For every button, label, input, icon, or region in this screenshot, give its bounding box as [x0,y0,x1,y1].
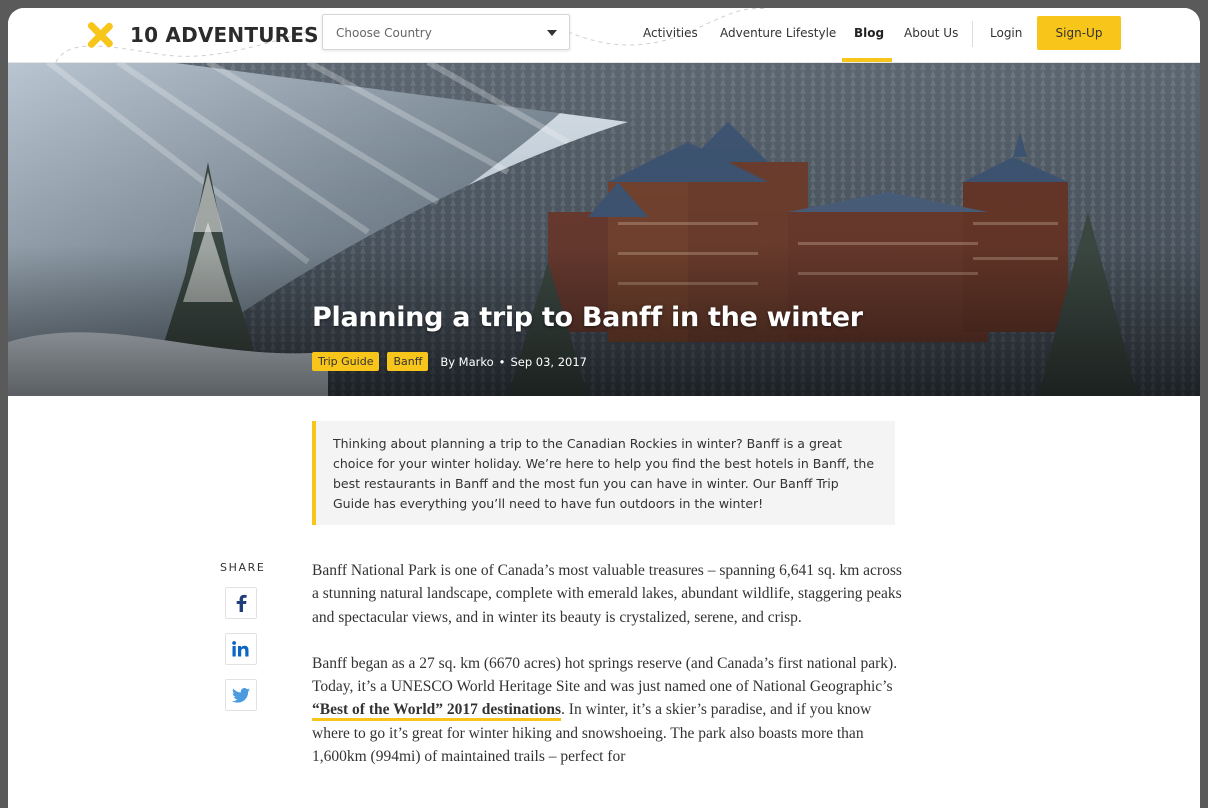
country-select[interactable]: Choose Country [322,14,570,50]
site-header: 10 ADVENTURES Choose Country Activities … [8,8,1200,63]
linkedin-icon [232,641,249,657]
tag-trip-guide[interactable]: Trip Guide [312,352,380,371]
meta-separator: • [498,354,506,369]
byline: By Marko • Sep 03, 2017 [440,355,587,369]
hero-banner: Planning a trip to Banff in the winter T… [8,62,1200,396]
brand-logo[interactable]: 10 ADVENTURES [86,20,319,50]
active-nav-indicator [842,58,892,62]
publish-date: Sep 03, 2017 [510,354,587,369]
paragraph-2-text-before: Banff began as a 27 sq. km (6670 acres) … [312,654,898,696]
intro-text: Thinking about planning a trip to the Ca… [333,436,875,511]
hero-image-banff-springs-winter [8,62,1200,396]
x-logo-icon [87,22,113,48]
tag-banff[interactable]: Banff [387,352,429,371]
caret-down-icon [547,30,557,36]
linkedin-share-button[interactable] [225,633,257,665]
facebook-icon [236,594,247,612]
best-of-world-link[interactable]: “Best of the World” 2017 destinations [312,701,562,722]
country-select-value: Choose Country [336,26,432,40]
nav-blog[interactable]: Blog [854,26,884,40]
nav-activities[interactable]: Activities [643,26,698,40]
login-link[interactable]: Login [990,26,1022,40]
share-label: SHARE [220,561,266,574]
article-body: Banff National Park is one of Canada’s m… [312,559,904,791]
facebook-share-button[interactable] [225,587,257,619]
article-meta: Trip Guide Banff By Marko • Sep 03, 2017 [312,352,587,371]
nav-divider [972,21,973,47]
nav-about-us[interactable]: About Us [904,26,958,40]
intro-callout: Thinking about planning a trip to the Ca… [312,421,895,525]
article-paragraph-2: Banff began as a 27 sq. km (6670 acres) … [312,652,904,768]
article-paragraph-1: Banff National Park is one of Canada’s m… [312,562,902,626]
twitter-share-button[interactable] [225,679,257,711]
browser-window: 10 ADVENTURES Choose Country Activities … [8,8,1200,808]
signup-button[interactable]: Sign-Up [1037,16,1121,50]
twitter-icon [232,687,250,703]
nav-adventure-lifestyle[interactable]: Adventure Lifestyle [720,26,836,40]
author: By Marko [440,354,494,369]
brand-name: 10 ADVENTURES [130,23,319,47]
article-title: Planning a trip to Banff in the winter [312,302,863,333]
